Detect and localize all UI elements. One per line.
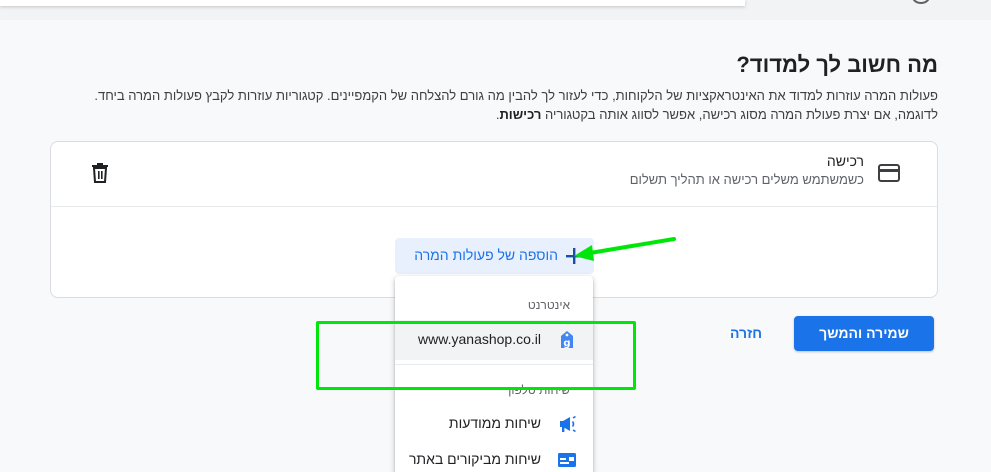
- svg-text:g: g: [563, 338, 570, 349]
- description-line-1: פעולות המרה עוזרות למדוד את האינטראקציות…: [94, 88, 938, 103]
- card-divider: [51, 206, 937, 207]
- conversion-goals-card: רכישה כשמשתמש משלים רכישה או תהליך תשלום…: [50, 141, 938, 298]
- menu-item-calls-from-ads[interactable]: שיחות ממודעות: [395, 404, 593, 444]
- conversion-action-menu: אינטרנט g www.yanashop.co.il שיחות טלפון…: [395, 276, 593, 472]
- previous-section-card: [0, 0, 745, 6]
- website-card-icon: [558, 453, 576, 467]
- menu-item-website-label: www.yanashop.co.il: [418, 331, 541, 347]
- back-button[interactable]: חזרה: [722, 316, 770, 351]
- trash-icon[interactable]: [91, 163, 109, 183]
- menu-section-phone: שיחות טלפון: [508, 383, 570, 397]
- description-line-2-bold: רכישות: [499, 107, 542, 122]
- megaphone-icon: [560, 415, 576, 433]
- shopping-tag-icon: g: [561, 331, 573, 349]
- description-line-2-prefix: לדוגמה, אם יצרת פעולת המרה מסוג רכישה, א…: [541, 107, 938, 122]
- save-and-continue-button[interactable]: שמירה והמשך: [794, 316, 934, 351]
- page-description: פעולות המרה עוזרות למדוד את האינטראקציות…: [94, 86, 938, 124]
- credit-card-icon: [878, 164, 900, 182]
- conversion-goal-subtitle: כשמשתמש משלים רכישה או תהליך תשלום: [629, 172, 864, 187]
- plus-icon: [566, 248, 582, 264]
- menu-divider: [395, 364, 593, 365]
- menu-section-web: אינטרנט: [527, 298, 570, 312]
- menu-item-calls-from-website-label: שיחות מביקורים באתר: [408, 451, 541, 467]
- add-conversion-action-button[interactable]: הוספה של פעולות המרה: [395, 238, 594, 274]
- menu-item-website[interactable]: g www.yanashop.co.il: [395, 320, 593, 360]
- menu-item-calls-from-ads-label: שיחות ממודעות: [448, 415, 541, 431]
- add-conversion-action-label: הוספה של פעולות המרה: [414, 247, 558, 263]
- page-title: מה חשוב לך למדוד?: [736, 52, 938, 77]
- conversion-goal-name: רכישה: [826, 153, 864, 169]
- menu-item-calls-from-website[interactable]: שיחות מביקורים באתר: [395, 440, 593, 472]
